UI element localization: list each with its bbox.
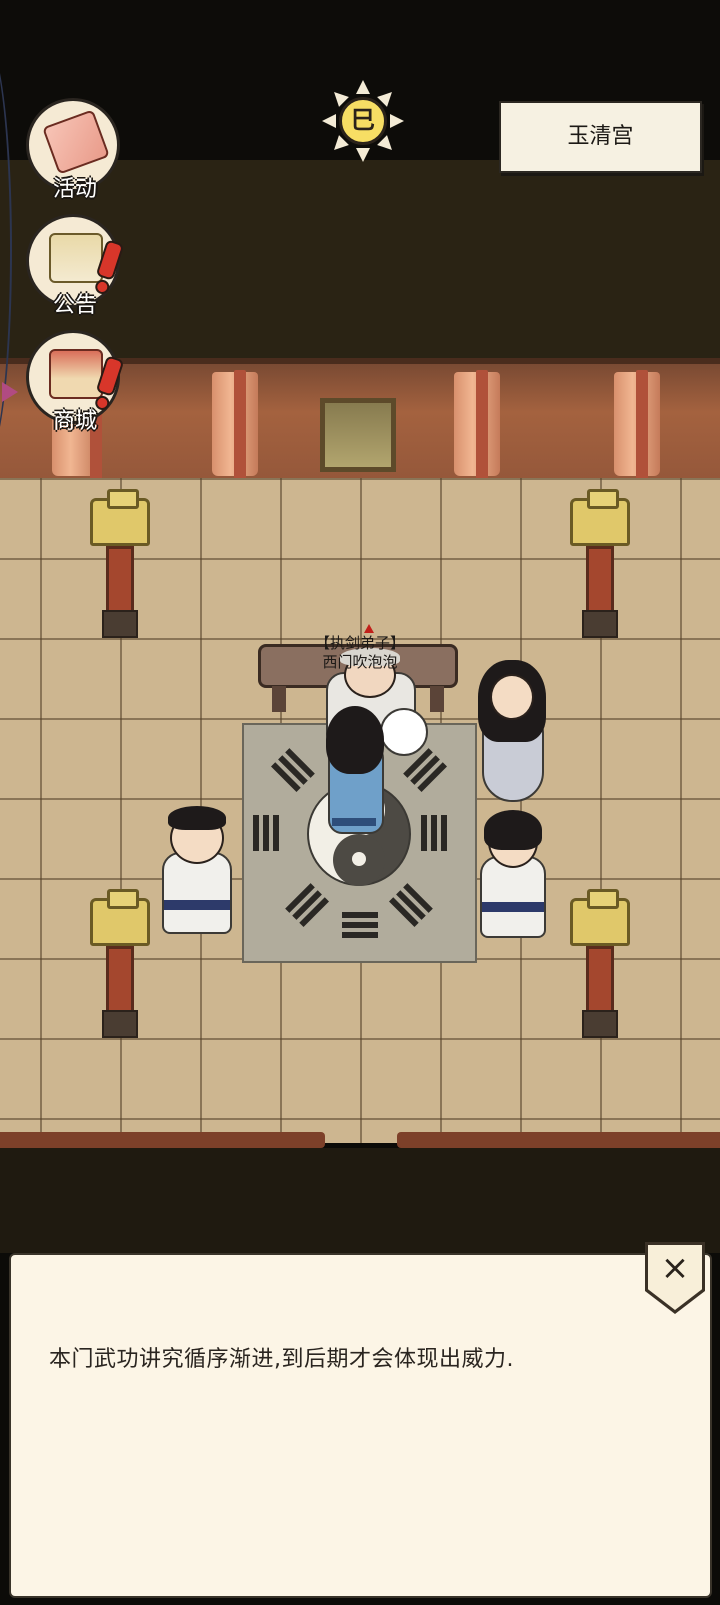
npc-title: 【执剑弟子】	[314, 634, 405, 652]
banner-flag-icon	[42, 109, 110, 175]
trigram	[441, 815, 447, 851]
location-panel: 玉清宫	[499, 101, 702, 173]
floor-edge	[0, 1132, 325, 1148]
lamp-pillar	[84, 489, 156, 648]
lower-shadow	[0, 1148, 720, 1253]
floor-edge	[397, 1132, 720, 1148]
pillar	[234, 370, 246, 480]
back-door[interactable]	[320, 398, 396, 472]
game-scene: 【执剑弟子】 西门吹泡泡 活动 公告 商城 巳 玉清宫 本门武功讲究循序渐进,到…	[0, 0, 720, 1605]
quest-marker-icon	[364, 624, 374, 633]
location-name: 玉清宫	[567, 124, 634, 149]
time-of-day-sun-icon[interactable]: 巳	[322, 80, 404, 162]
pillar	[476, 370, 488, 480]
lamp-pillar	[564, 889, 636, 1048]
time-glyph: 巳	[339, 97, 387, 145]
close-icon: ×	[660, 1248, 690, 1288]
menu-button-shop[interactable]: 商城	[26, 330, 125, 434]
menu-button-activity[interactable]: 活动	[26, 98, 120, 202]
menu-label: 商城	[52, 409, 97, 434]
desk-leg	[272, 686, 286, 712]
pillar	[636, 370, 648, 480]
menu-label: 公告	[52, 293, 97, 318]
lamp-pillar	[84, 889, 156, 1048]
dialog-box[interactable]: 本门武功讲究循序渐进,到后期才会体现出威力.	[9, 1253, 712, 1598]
desk-leg	[430, 686, 444, 712]
shop-stall-icon	[49, 349, 103, 399]
menu-button-announcement[interactable]: 公告	[26, 214, 125, 318]
notice-pavilion-icon	[49, 233, 103, 283]
npc-name: 西门吹泡泡	[322, 653, 398, 671]
expand-arrow-icon[interactable]	[2, 382, 18, 402]
npc-nameplate: 【执剑弟子】 西门吹泡泡	[300, 634, 420, 672]
dialog-text: 本门武功讲究循序渐进,到后期才会体现出威力.	[49, 1347, 514, 1372]
lamp-pillar	[564, 489, 636, 648]
trigram	[273, 815, 279, 851]
close-button[interactable]: ×	[645, 1242, 705, 1314]
menu-label: 活动	[52, 177, 97, 202]
trigram	[342, 912, 378, 918]
